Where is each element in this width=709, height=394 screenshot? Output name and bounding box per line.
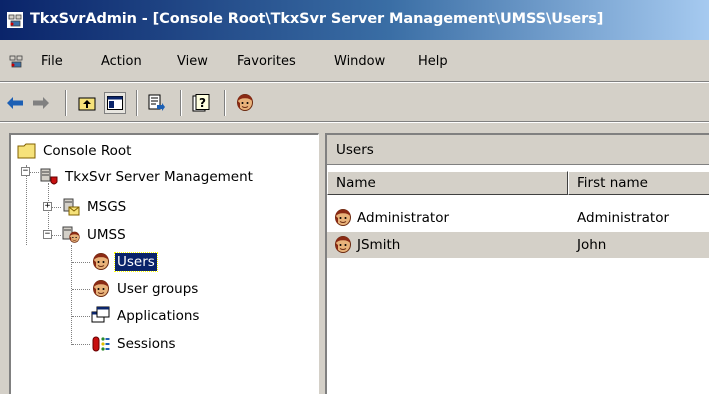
collapse-expander[interactable]: − — [43, 230, 52, 239]
menu-favorites[interactable]: Favorites — [234, 52, 299, 71]
svg-text:?: ? — [199, 96, 206, 110]
folder-icon — [17, 143, 36, 159]
tree-item-console-root[interactable]: Console Root — [17, 141, 133, 161]
column-header-first-name[interactable]: First name — [568, 171, 709, 195]
row-first-name: Administrator — [577, 210, 670, 226]
user-icon — [333, 235, 353, 255]
forward-arrow-icon — [33, 97, 49, 109]
tree-item-user-groups[interactable]: User groups — [91, 279, 200, 299]
menu-bar: File Action View Favorites Window Help — [0, 44, 709, 80]
menu-window[interactable]: Window — [331, 52, 388, 71]
tree-connector — [71, 245, 72, 345]
system-menu-icon[interactable] — [8, 53, 24, 69]
menu-separator — [0, 81, 709, 83]
user-tool-button[interactable] — [234, 92, 256, 114]
expand-expander[interactable]: + — [43, 202, 52, 211]
user-icon — [333, 208, 353, 228]
toolbar-separator-line — [0, 121, 709, 123]
help-button[interactable]: ? — [190, 92, 212, 114]
column-header-name[interactable]: Name — [327, 171, 568, 195]
tree-item-users[interactable]: Users — [91, 252, 158, 272]
tree-connector — [72, 289, 90, 290]
toolbar-separator — [136, 90, 138, 116]
up-folder-icon — [78, 97, 96, 111]
user-icon — [91, 252, 111, 272]
tree-item-msgs[interactable]: MSGS — [61, 197, 128, 217]
toolbar: ? — [0, 84, 709, 120]
row-name: Administrator — [357, 210, 450, 226]
details-header: Users — [327, 135, 709, 165]
msgs-icon — [63, 198, 80, 216]
console-tree[interactable]: − + − Console Root TkxSvr Server Managem… — [9, 133, 319, 394]
menu-view[interactable]: View — [174, 52, 211, 71]
sessions-icon — [92, 336, 110, 352]
server-management-icon — [40, 168, 58, 185]
tree-connector — [72, 262, 90, 263]
tree-item-sessions[interactable]: Sessions — [91, 334, 178, 354]
export-list-icon — [148, 94, 165, 111]
user-icon — [235, 93, 255, 113]
tree-item-umss[interactable]: UMSS — [61, 225, 128, 245]
user-group-icon — [91, 279, 111, 299]
app-icon[interactable] — [7, 12, 23, 28]
title-bar[interactable]: TkxSvrAdmin - [Console Root\TkxSvr Serve… — [0, 0, 709, 40]
table-row[interactable]: JSmith John — [327, 232, 709, 258]
table-row[interactable]: Administrator Administrator — [327, 205, 709, 231]
row-name: JSmith — [357, 237, 401, 253]
back-arrow-icon — [7, 97, 23, 109]
row-first-name: John — [577, 237, 607, 253]
toolbar-separator — [224, 90, 226, 116]
menu-help[interactable]: Help — [415, 52, 451, 71]
details-pane[interactable]: Users Name First name Administrator Admi… — [325, 133, 709, 394]
tree-connector — [26, 165, 27, 245]
tree-connector — [72, 344, 90, 345]
tree-item-applications[interactable]: Applications — [91, 306, 201, 326]
show-hide-tree-button[interactable] — [104, 92, 126, 114]
umss-icon — [62, 226, 81, 245]
tree-item-server-management[interactable]: TkxSvr Server Management — [39, 167, 255, 187]
up-one-level-button[interactable] — [76, 92, 98, 114]
menu-action[interactable]: Action — [98, 52, 145, 71]
toolbar-separator — [65, 90, 67, 116]
collapse-expander[interactable]: − — [21, 167, 30, 176]
export-list-button[interactable] — [146, 92, 168, 114]
forward-button[interactable] — [30, 92, 52, 114]
menu-file[interactable]: File — [38, 52, 66, 71]
tree-connector — [72, 316, 90, 317]
applications-icon — [91, 306, 110, 323]
back-button[interactable] — [4, 92, 26, 114]
console-tree-icon — [107, 96, 123, 110]
window-title: TkxSvrAdmin - [Console Root\TkxSvr Serve… — [30, 11, 604, 27]
help-icon: ? — [192, 94, 210, 112]
details-title: Users — [336, 142, 374, 158]
toolbar-separator — [180, 90, 182, 116]
